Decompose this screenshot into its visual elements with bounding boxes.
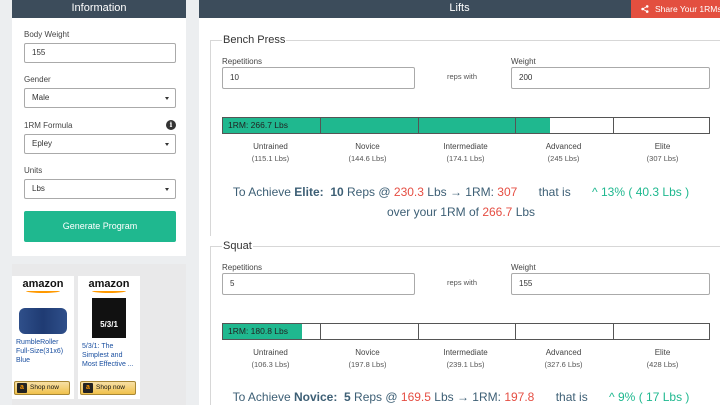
level-untrained: Untrained (106.3 Lbs) — [251, 348, 290, 369]
reps-with-text: reps with — [447, 72, 478, 81]
reps-label: Repetitions — [222, 57, 263, 66]
level-elite: Elite (307 Lbs) — [646, 142, 679, 163]
gender-select[interactable]: Male — [24, 88, 176, 108]
ad-product-text[interactable]: RumbleRoller Full-Size(31x6) Blue — [12, 334, 74, 368]
lift-title: Bench Press — [222, 34, 287, 46]
lifts-header: Lifts Share Your 1RMs — [199, 0, 720, 18]
ad-product-text[interactable]: 5/3/1: The Simplest and Most Effective .… — [78, 338, 140, 372]
lift-squat: Squat Repetitions 5 reps with Weight 155… — [210, 240, 720, 405]
lift-bench-press: Bench Press Repetitions 10 reps with Wei… — [210, 34, 720, 236]
formula-label: 1RM Formula i — [24, 120, 176, 130]
reps-with-text: reps with — [447, 278, 478, 287]
amazon-badge-icon: a — [83, 383, 93, 393]
reps-input[interactable]: 5 — [222, 273, 415, 295]
information-panel: Body Weight 155 Gender Male 1RM Formula i… — [12, 18, 186, 256]
achieve-line: To Achieve Elite: 10 Reps @ 230.3 Lbs → … — [232, 185, 690, 199]
reps-input[interactable]: 10 — [222, 67, 415, 89]
units-select[interactable]: Lbs — [24, 179, 176, 199]
information-header: Information — [12, 0, 186, 18]
caret-down-icon — [165, 97, 169, 100]
info-icon[interactable]: i — [166, 120, 176, 130]
amazon-logo: amazon — [78, 276, 140, 294]
one-rm-label: 1RM: 180.8 Lbs — [228, 326, 289, 336]
share-icon — [641, 5, 649, 13]
left-column: Information Body Weight 155 Gender Male … — [12, 0, 186, 405]
units-label: Units — [24, 166, 43, 175]
achieve-over-line: over your 1RM of 266.7 Lbs — [386, 205, 536, 219]
weight-input[interactable]: 155 — [511, 273, 710, 295]
weight-label: Weight — [511, 263, 536, 272]
level-intermediate: Intermediate (239.1 Lbs) — [443, 348, 488, 369]
shop-now-button[interactable]: a Shop now — [14, 381, 70, 395]
level-novice: Novice (197.8 Lbs) — [348, 348, 387, 369]
shop-now-button[interactable]: a Shop now — [80, 381, 136, 395]
weight-input[interactable]: 200 — [511, 67, 710, 89]
level-untrained: Untrained (115.1 Lbs) — [251, 142, 290, 163]
achieve-line: To Achieve Novice: 5 Reps @ 169.5 Lbs → … — [232, 390, 690, 404]
ad-card[interactable]: amazon RumbleRoller Full-Size(31x6) Blue… — [12, 276, 74, 399]
lifts-panel: Lifts Share Your 1RMs Bench Press Repeti… — [199, 0, 720, 405]
caret-down-icon — [165, 188, 169, 191]
level-novice: Novice (144.6 Lbs) — [348, 142, 387, 163]
level-intermediate: Intermediate (174.1 Lbs) — [443, 142, 488, 163]
weight-label: Weight — [511, 57, 536, 66]
strength-bar: 1RM: 266.7 Lbs — [222, 117, 710, 134]
one-rm-label: 1RM: 266.7 Lbs — [228, 120, 289, 130]
amazon-logo: amazon — [12, 276, 74, 294]
ad-card[interactable]: amazon 5/3/1 5/3/1: The Simplest and Mos… — [78, 276, 140, 399]
formula-select[interactable]: Epley — [24, 134, 176, 154]
book-cover-image: 5/3/1 — [92, 298, 126, 338]
share-button[interactable]: Share Your 1RMs — [631, 0, 720, 18]
strength-bar: 1RM: 180.8 Lbs — [222, 323, 710, 340]
body-weight-input[interactable]: 155 — [24, 43, 176, 63]
amazon-badge-icon: a — [17, 383, 27, 393]
lift-title: Squat — [222, 240, 253, 252]
level-elite: Elite (428 Lbs) — [646, 348, 679, 369]
level-advanced: Advanced (245 Lbs) — [545, 142, 582, 163]
caret-down-icon — [165, 143, 169, 146]
foam-roller-image — [19, 308, 67, 334]
reps-label: Repetitions — [222, 263, 263, 272]
ads-area: amazon RumbleRoller Full-Size(31x6) Blue… — [12, 264, 186, 405]
generate-program-button[interactable]: Generate Program — [24, 211, 176, 242]
body-weight-label: Body Weight — [24, 30, 70, 39]
level-advanced: Advanced (327.6 Lbs) — [544, 348, 583, 369]
gender-label: Gender — [24, 75, 51, 84]
